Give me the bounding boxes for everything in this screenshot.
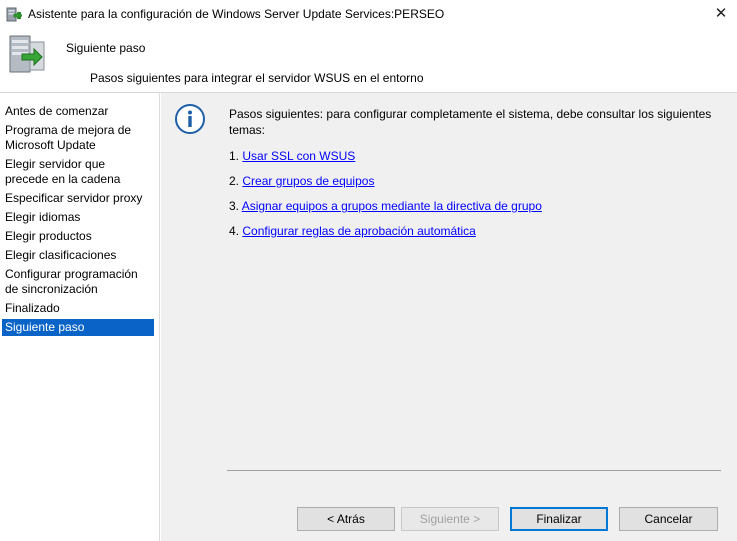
step-number: 2. [229,174,240,188]
wsus-app-icon [6,6,23,22]
nav-item-programacion-sincronizacion[interactable]: Configurar programación de sincronizació… [2,266,154,298]
back-button[interactable]: < Atrás [297,507,395,531]
wizard-content: Pasos siguientes: para configurar comple… [161,93,737,541]
page-subtitle: Pasos siguientes para integrar el servid… [90,71,424,85]
nav-item-siguiente-paso[interactable]: Siguiente paso [2,319,154,336]
info-icon [174,103,206,135]
nav-item-elegir-idiomas[interactable]: Elegir idiomas [2,209,154,226]
link-crear-grupos[interactable]: Crear grupos de equipos [242,174,374,188]
step-1: 1. Usar SSL con WSUS [229,149,355,163]
step-3: 3. Asignar equipos a grupos mediante la … [229,199,542,213]
intro-text: Pasos siguientes: para configurar comple… [229,107,712,137]
nav-item-antes-de-comenzar[interactable]: Antes de comenzar [2,103,154,120]
finish-button[interactable]: Finalizar [510,507,608,531]
window-title: Asistente para la configuración de Windo… [28,7,445,21]
nav-item-elegir-productos[interactable]: Elegir productos [2,228,154,245]
link-usar-ssl[interactable]: Usar SSL con WSUS [242,149,355,163]
nav-item-finalizado[interactable]: Finalizado [2,300,154,317]
nav-item-elegir-clasificaciones[interactable]: Elegir clasificaciones [2,247,154,264]
step-number: 4. [229,224,240,238]
step-number: 1. [229,149,240,163]
wizard-steps-nav: Antes de comenzar Programa de mejora de … [0,93,160,541]
cancel-button[interactable]: Cancelar [619,507,718,531]
link-asignar-equipos[interactable]: Asignar equipos a grupos mediante la dir… [242,199,542,213]
wizard-header: Siguiente paso Pasos siguientes para int… [0,28,737,93]
nav-item-servidor-proxy[interactable]: Especificar servidor proxy [2,190,154,207]
step-number: 3. [229,199,240,213]
page-title: Siguiente paso [66,41,146,55]
step-2: 2. Crear grupos de equipos [229,174,374,188]
nav-item-elegir-servidor[interactable]: Elegir servidor que precede en la cadena [2,156,154,188]
content-divider [227,470,721,471]
link-reglas-aprobacion[interactable]: Configurar reglas de aprobación automáti… [242,224,475,238]
next-button[interactable]: Siguiente > [401,507,499,531]
close-button[interactable]: ✕ [708,2,734,24]
title-bar: Asistente para la configuración de Windo… [0,0,737,28]
nav-item-programa-de-mejora[interactable]: Programa de mejora de Microsoft Update [2,122,154,154]
step-4: 4. Configurar reglas de aprobación autom… [229,224,476,238]
close-icon: ✕ [714,5,728,22]
server-update-icon [8,32,48,76]
